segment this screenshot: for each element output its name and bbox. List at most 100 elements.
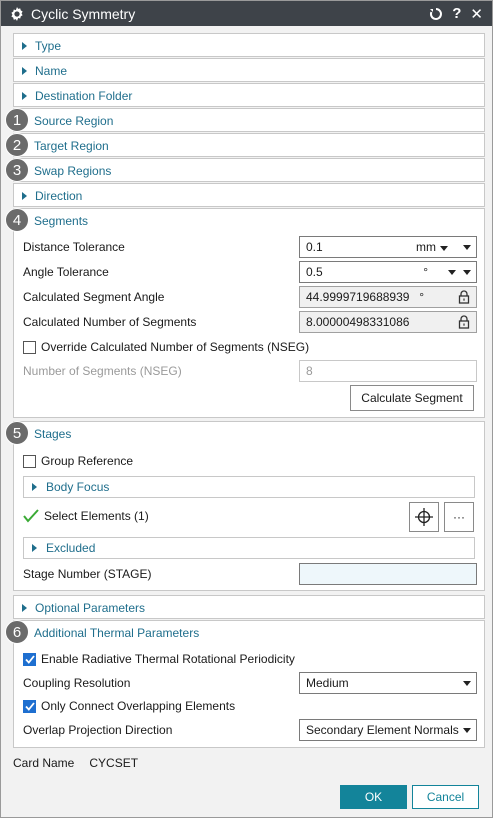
group-thermal-header[interactable]: Additional Thermal Parameters: [14, 621, 484, 645]
group-additional-thermal: 6 Additional Thermal Parameters Enable R…: [5, 620, 485, 748]
group-name-label: Name: [35, 64, 68, 78]
coupling-resolution-row: Coupling Resolution Medium: [23, 672, 477, 694]
overlap-direction-select[interactable]: Secondary Element Normals: [299, 719, 477, 741]
override-nseg-checkbox[interactable]: [23, 340, 36, 354]
nseg-value: 8: [306, 364, 313, 378]
more-options-button[interactable]: ···: [444, 502, 474, 532]
calc-num-segments-value: 8.00000498331086: [306, 315, 410, 329]
card-name-row: Card Name CYCSET: [13, 756, 138, 770]
angle-unit-label: °: [423, 265, 428, 279]
chevron-down-icon[interactable]: [463, 269, 471, 275]
group-segments-header[interactable]: Segments: [14, 209, 484, 233]
close-icon[interactable]: ✕: [470, 5, 483, 23]
expand-triangle-icon: [22, 92, 27, 100]
stage-number-row: Stage Number (STAGE): [23, 563, 477, 585]
lock-icon: [458, 290, 470, 304]
chevron-down-icon: [440, 246, 448, 251]
calc-segment-angle-label: Calculated Segment Angle: [23, 290, 165, 304]
group-swap-regions[interactable]: 3 Swap Regions: [5, 158, 485, 182]
distance-tolerance-value: 0.1: [306, 240, 323, 254]
expand-triangle-icon: [22, 192, 27, 200]
coupling-resolution-label: Coupling Resolution: [23, 676, 131, 690]
card-name-value: CYCSET: [89, 756, 139, 770]
group-type[interactable]: Type: [13, 33, 485, 57]
chevron-down-icon: [463, 727, 471, 733]
group-stages: 5 Stages Group Reference Body Focus Sele…: [5, 421, 485, 591]
calc-num-segments-field: 8.00000498331086: [299, 311, 477, 333]
group-segments-label: Segments: [34, 214, 89, 228]
angle-tolerance-value: 0.5: [306, 265, 323, 279]
step-badge: 3: [5, 158, 29, 182]
group-stages-header[interactable]: Stages: [14, 422, 484, 446]
group-target-region[interactable]: 2 Target Region: [5, 133, 485, 157]
distance-tolerance-label: Distance Tolerance: [23, 240, 125, 254]
angle-tolerance-row: Angle Tolerance 0.5 °: [23, 261, 477, 283]
only-connect-row[interactable]: Only Connect Overlapping Elements: [23, 695, 475, 717]
chevron-down-icon[interactable]: [463, 244, 471, 250]
chevron-down-icon[interactable]: [448, 269, 456, 275]
calc-segment-angle-value: 44.9999719688939: [306, 290, 410, 304]
only-connect-checkbox[interactable]: [23, 699, 36, 713]
group-optional-parameters-label: Optional Parameters: [35, 601, 146, 615]
group-optional-parameters[interactable]: Optional Parameters: [13, 595, 485, 619]
nseg-label: Number of Segments (NSEG): [23, 364, 182, 378]
group-direction[interactable]: Direction: [13, 183, 485, 207]
select-elements-row[interactable]: Select Elements (1): [23, 505, 475, 527]
window-title: Cyclic Symmetry: [31, 5, 136, 22]
enable-radiative-checkbox[interactable]: [23, 652, 36, 666]
excluded-group[interactable]: Excluded: [23, 537, 475, 559]
title-bar-icons: ? ✕: [429, 5, 483, 23]
group-swap-regions-label: Swap Regions: [34, 164, 112, 178]
body-focus-label: Body Focus: [46, 480, 110, 494]
expand-triangle-icon: [32, 483, 37, 491]
select-elements-label: Select Elements (1): [44, 509, 149, 523]
title-bar[interactable]: Cyclic Symmetry ? ✕: [1, 1, 492, 26]
enable-radiative-row[interactable]: Enable Radiative Thermal Rotational Peri…: [23, 648, 475, 670]
angle-tolerance-input[interactable]: 0.5 °: [299, 261, 477, 283]
step-badge: 5: [5, 421, 29, 445]
excluded-label: Excluded: [46, 541, 96, 555]
overlap-direction-row: Overlap Projection Direction Secondary E…: [23, 719, 477, 741]
calc-angle-unit: °: [419, 290, 424, 304]
lock-icon: [458, 315, 470, 329]
group-segments: 4 Segments Distance Tolerance 0.1 mm Ang…: [5, 208, 485, 418]
stage-number-input[interactable]: [299, 563, 477, 585]
nseg-row: Number of Segments (NSEG) 8: [23, 360, 477, 382]
group-source-region[interactable]: 1 Source Region: [5, 108, 485, 132]
nseg-input[interactable]: 8: [299, 360, 477, 382]
calc-num-segments-label: Calculated Number of Segments: [23, 315, 197, 329]
group-target-region-label: Target Region: [34, 139, 109, 153]
step-badge: 1: [5, 108, 29, 132]
calculate-segment-button[interactable]: Calculate Segment: [350, 385, 474, 411]
calc-num-segments-row: Calculated Number of Segments 8.00000498…: [23, 311, 477, 333]
expand-triangle-icon: [22, 604, 27, 612]
distance-tolerance-input[interactable]: 0.1 mm: [299, 236, 477, 258]
group-destination-folder[interactable]: Destination Folder: [13, 83, 485, 107]
overlap-direction-value: Secondary Element Normals: [306, 723, 459, 737]
crosshair-icon: [415, 508, 433, 526]
expand-triangle-icon: [22, 67, 27, 75]
help-icon[interactable]: ?: [452, 5, 461, 22]
step-badge: 2: [5, 133, 29, 157]
stage-number-label: Stage Number (STAGE): [23, 567, 152, 581]
select-crosshair-button[interactable]: [409, 502, 439, 532]
override-nseg-row[interactable]: Override Calculated Number of Segments (…: [23, 336, 475, 358]
coupling-resolution-select[interactable]: Medium: [299, 672, 477, 694]
group-reference-row[interactable]: Group Reference: [23, 450, 475, 472]
expand-triangle-icon: [32, 544, 37, 552]
angle-tolerance-label: Angle Tolerance: [23, 265, 109, 279]
group-name[interactable]: Name: [13, 58, 485, 82]
chevron-down-icon: [463, 680, 471, 686]
group-reference-label: Group Reference: [41, 454, 134, 468]
group-type-label: Type: [35, 39, 62, 53]
cyclic-symmetry-dialog: Cyclic Symmetry ? ✕ Type Name Destinatio…: [0, 0, 493, 818]
body-focus-group[interactable]: Body Focus: [23, 476, 475, 498]
group-reference-checkbox[interactable]: [23, 454, 36, 468]
distance-unit-dropdown[interactable]: mm: [416, 240, 448, 254]
checkmark-icon: [24, 654, 35, 664]
reset-icon[interactable]: [429, 7, 443, 21]
group-destination-folder-label: Destination Folder: [35, 89, 133, 103]
ok-button[interactable]: OK: [340, 785, 407, 809]
cancel-button[interactable]: Cancel: [412, 785, 479, 809]
override-nseg-label: Override Calculated Number of Segments (…: [41, 340, 310, 354]
